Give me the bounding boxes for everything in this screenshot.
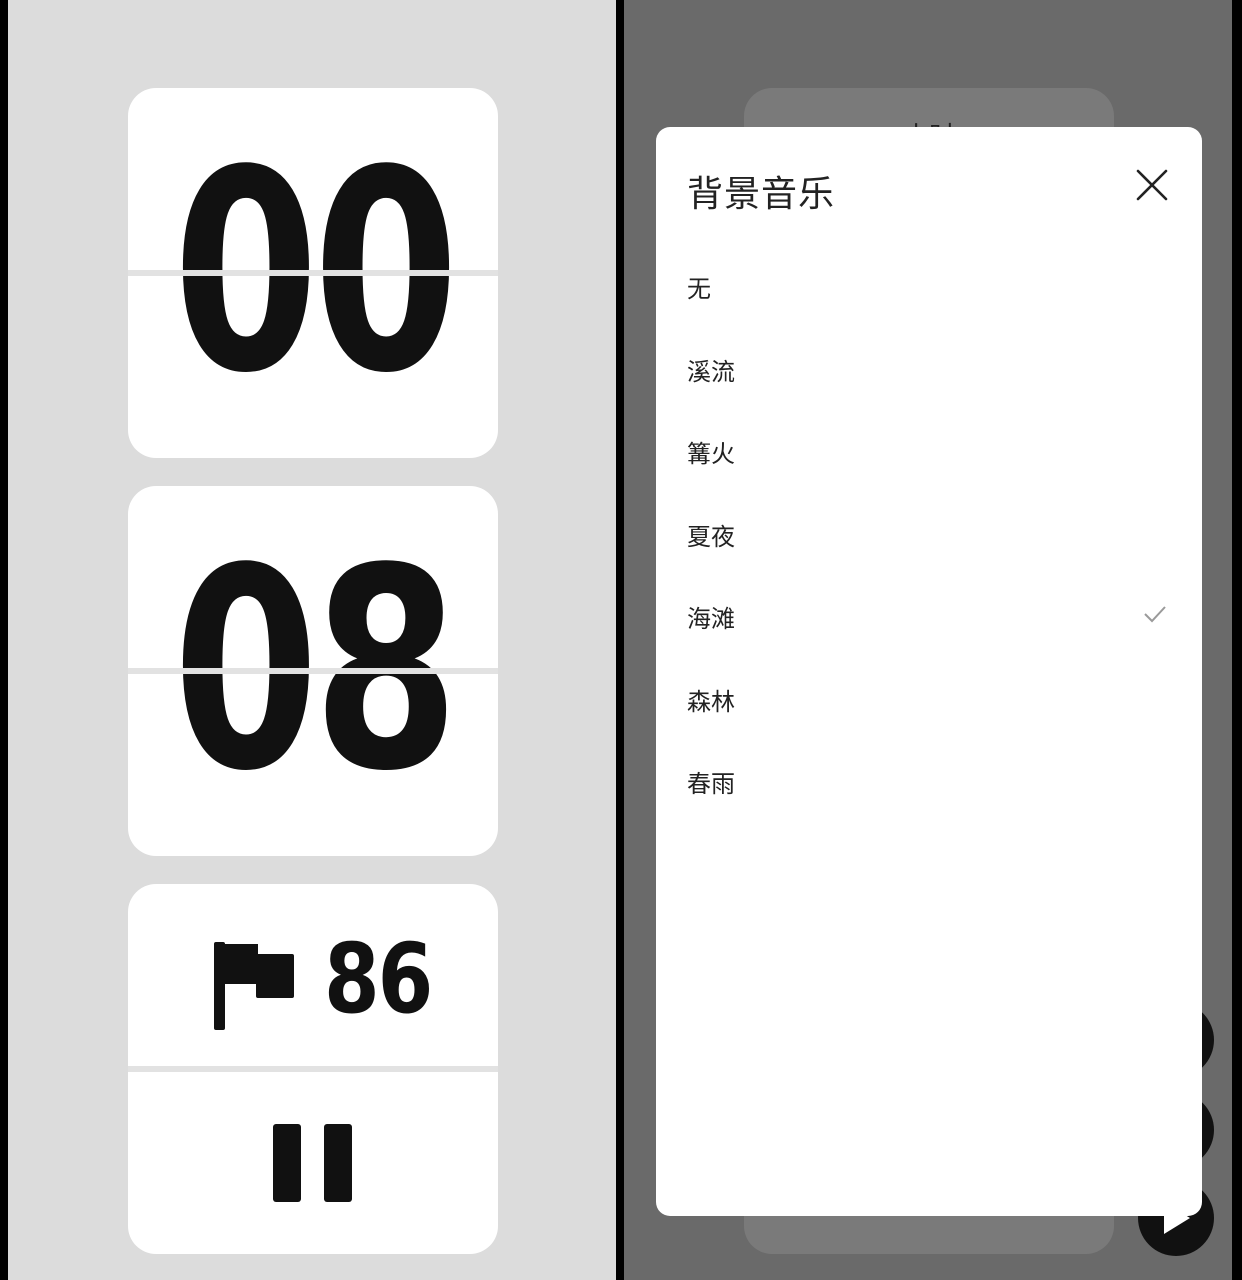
music-option-label: 夏夜 bbox=[687, 522, 735, 551]
music-option-label: 无 bbox=[687, 275, 711, 303]
music-option-label: 海滩 bbox=[687, 605, 735, 633]
flip-clock-panel: 00 08 86 bbox=[8, 0, 616, 1280]
stats-divider bbox=[128, 1066, 498, 1072]
music-option[interactable]: 海滩 bbox=[656, 575, 1202, 658]
music-option[interactable]: 夏夜 bbox=[656, 493, 1202, 576]
music-option-label: 春雨 bbox=[687, 770, 735, 798]
pause-button[interactable] bbox=[273, 1124, 353, 1204]
music-option[interactable]: 无 bbox=[656, 245, 1202, 328]
pause-icon bbox=[273, 1124, 301, 1202]
flip-divider bbox=[128, 270, 498, 276]
music-option-label: 篝火 bbox=[687, 440, 735, 468]
music-option[interactable]: 森林 bbox=[656, 658, 1202, 741]
hours-card: 00 bbox=[128, 88, 498, 458]
check-icon bbox=[1144, 606, 1166, 623]
music-option[interactable]: 溪流 bbox=[656, 328, 1202, 411]
close-icon[interactable] bbox=[1132, 165, 1172, 205]
dialog-title: 背景音乐 bbox=[687, 174, 836, 215]
music-option[interactable]: 春雨 bbox=[656, 740, 1202, 823]
pause-icon bbox=[324, 1124, 352, 1202]
music-option-list: 无溪流篝火夏夜海滩森林春雨 bbox=[656, 245, 1202, 823]
music-option-label: 溪流 bbox=[687, 357, 735, 386]
count-value: 86 bbox=[324, 923, 433, 1035]
stats-card: 86 bbox=[128, 884, 498, 1254]
flag-icon bbox=[214, 942, 294, 1030]
minutes-card: 08 bbox=[128, 486, 498, 856]
music-option[interactable]: 篝火 bbox=[656, 410, 1202, 493]
music-option-label: 森林 bbox=[687, 687, 735, 716]
flip-divider bbox=[128, 668, 498, 674]
background-music-dialog: 背景音乐 无溪流篝火夏夜海滩森林春雨 bbox=[656, 127, 1202, 1216]
